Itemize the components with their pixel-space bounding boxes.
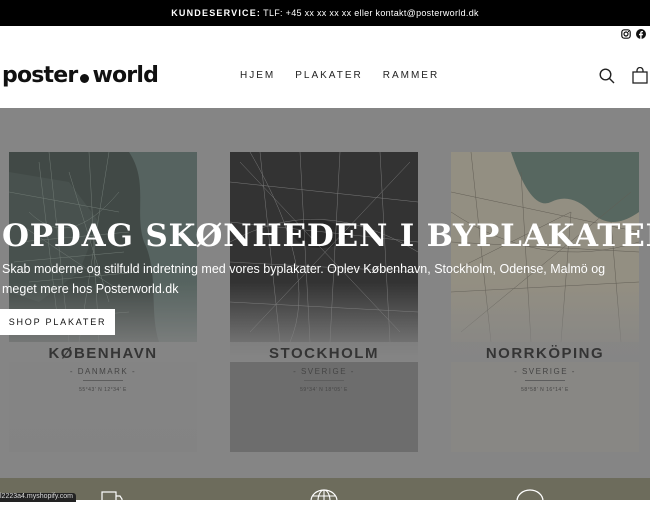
site-header: poster world HJEM PLAKATER RAMMER <box>0 46 650 108</box>
poster-coords: 58°58' N 16°14' E <box>521 387 569 393</box>
hero-banner: KØBENHAVN - DANMARK - 55°43' N 12°34' E … <box>0 108 650 478</box>
poster-country: - DANMARK - <box>69 367 137 376</box>
poster-copenhagen[interactable]: KØBENHAVN - DANMARK - 55°43' N 12°34' E <box>9 152 197 452</box>
poster-city: KØBENHAVN <box>48 345 158 362</box>
logo-text-right: world <box>92 63 159 88</box>
logo-dot <box>80 74 90 83</box>
main-nav: HJEM PLAKATER RAMMER <box>240 70 439 81</box>
poster-country: - SVERIGE - <box>514 367 576 376</box>
instagram-icon[interactable] <box>621 29 631 39</box>
poster-coords: 59°34' N 18°05' E <box>300 387 348 393</box>
poster-divider <box>525 380 565 381</box>
poster-stockholm[interactable]: STOCKHOLM - SVERIGE - 59°34' N 18°05' E <box>230 152 418 452</box>
nav-item-hjem[interactable]: HJEM <box>240 70 275 81</box>
nav-item-plakater[interactable]: PLAKATER <box>295 70 363 81</box>
nav-item-rammer[interactable]: RAMMER <box>383 70 439 81</box>
announcement-bar: KUNDESERVICE: TLF: +45 xx xx xx xx eller… <box>0 0 650 26</box>
poster-norrkoping[interactable]: NORRKÖPING - SVERIGE - 58°58' N 16°14' E <box>451 152 639 452</box>
bag-icon[interactable] <box>632 66 648 89</box>
facebook-icon[interactable] <box>636 29 646 39</box>
poster-country: - SVERIGE - <box>293 367 355 376</box>
hero-subtitle: Skab moderne og stilfuld indretning med … <box>2 262 606 296</box>
hero-title: OPDAG SKØNHEDEN I BYPLAKATER <box>2 218 650 254</box>
circle-icon <box>516 488 544 506</box>
logo-text-left: poster <box>2 63 78 88</box>
search-icon[interactable] <box>599 68 615 89</box>
status-url-tooltip: l2223a4.myshopify.com <box>0 493 77 502</box>
features-strip <box>0 478 650 504</box>
poster-city: STOCKHOLM <box>269 345 379 362</box>
poster-divider <box>83 380 123 381</box>
announcement-label: KUNDESERVICE: <box>171 8 262 18</box>
social-links <box>621 29 646 39</box>
globe-icon <box>310 488 338 506</box>
shop-posters-button[interactable]: SHOP PLAKATER <box>0 309 115 335</box>
poster-city: NORRKÖPING <box>485 345 605 362</box>
site-logo[interactable]: poster world <box>2 63 159 88</box>
truck-icon <box>101 490 123 508</box>
announcement-text: TLF: +45 xx xx xx xx eller kontakt@poste… <box>263 8 479 18</box>
poster-coords: 55°43' N 12°34' E <box>79 387 127 393</box>
poster-divider <box>304 380 344 381</box>
